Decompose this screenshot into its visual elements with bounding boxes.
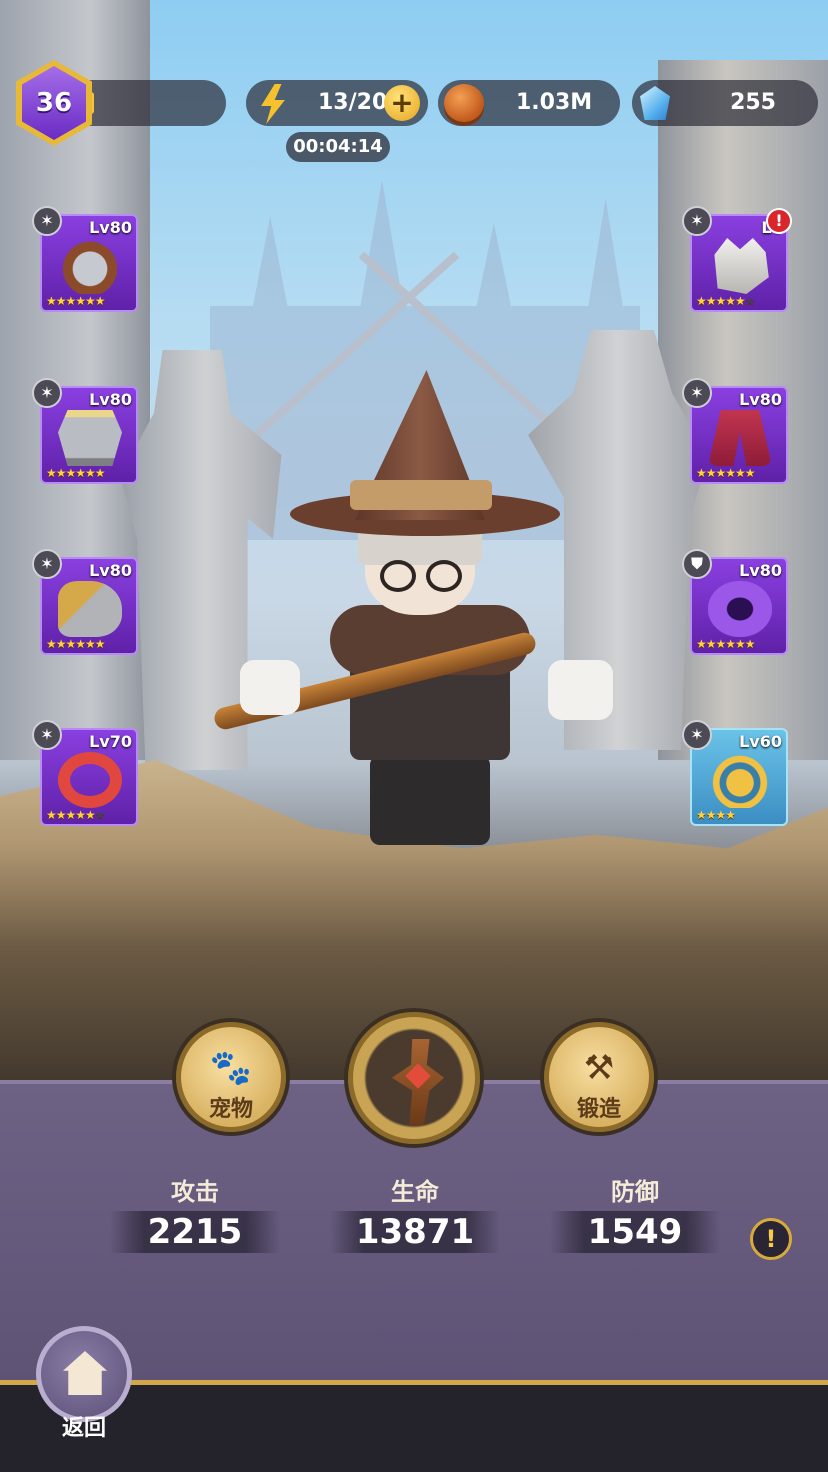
shield-icon: ⛊ [682, 549, 712, 579]
compass-icon: ✶ [682, 206, 712, 236]
equipment-slot-gauntlet[interactable]: Lv80 ★★★★★★ ✶ [32, 549, 138, 655]
defense-stat: 防御 1549 [550, 1172, 720, 1253]
coin-counter[interactable]: 1.03M [438, 80, 620, 126]
home-icon [63, 1351, 107, 1395]
attack-label: 攻击 [171, 1178, 219, 1206]
forge-label: 锻造 [576, 1097, 621, 1122]
slot-level: Lv80 [739, 561, 782, 580]
bracer-icon [708, 581, 772, 637]
slot-level: Lv70 [89, 732, 132, 751]
helmet-icon [58, 238, 122, 294]
diamond-icon [640, 86, 670, 120]
hp-label: 生命 [391, 1178, 439, 1206]
back-label: 返回 [61, 1416, 106, 1441]
upgrade-alert-icon: ! [766, 208, 792, 234]
ring-icon [58, 752, 122, 808]
compass-icon: ✶ [32, 720, 62, 750]
star-rating: ★★★★★★ [696, 294, 756, 308]
anvil-icon: ⚒ [583, 1048, 615, 1088]
home-button[interactable] [36, 1326, 132, 1422]
equipment-slot-gloves[interactable]: Lv ★★★★★★ ✶ ! [682, 206, 792, 312]
stats-info-button[interactable]: ! [750, 1218, 792, 1260]
star-rating: ★★★★★★ [46, 466, 106, 480]
slot-level: Lv80 [739, 390, 782, 409]
star-rating: ★★★★★★ [46, 637, 106, 651]
compass-icon: ✶ [682, 720, 712, 750]
energy-timer: 00:04:14 [286, 132, 390, 162]
paw-icon: 🐾 [209, 1048, 253, 1088]
slot-level: Lv80 [89, 390, 132, 409]
coin-value: 1.03M [516, 90, 593, 115]
attack-stat: 攻击 2215 [110, 1172, 280, 1253]
energy-counter: 13/20 + [246, 80, 428, 126]
star-rating: ★★★★★★ [46, 808, 106, 822]
player-level: 36 [35, 88, 73, 118]
star-rating: ★★★★★★ [696, 466, 756, 480]
slot-level: Lv80 [89, 218, 132, 237]
gem-counter[interactable]: 255 [632, 80, 818, 126]
add-energy-button[interactable]: + [384, 85, 420, 121]
pet-label: 宠物 [208, 1097, 253, 1122]
slot-level: Lv80 [89, 561, 132, 580]
equipment-slot-bracer[interactable]: Lv80 ★★★★★★ ⛊ [682, 549, 788, 655]
compass-icon: ✶ [32, 549, 62, 579]
pet-button[interactable]: 🐾 宠物 [176, 1022, 286, 1132]
equipment-slot-armor[interactable]: Lv80 ★★★★★★ ✶ [32, 378, 138, 484]
compass-icon: ✶ [682, 378, 712, 408]
equipment-slot-cape[interactable]: Lv80 ★★★★★★ ✶ [682, 378, 788, 484]
amulet-icon [708, 752, 772, 808]
cape-icon [708, 410, 772, 466]
hero-character[interactable] [212, 370, 630, 850]
coin-icon [444, 84, 484, 122]
energy-value: 13/20 [318, 90, 388, 115]
equipment-slot-helmet[interactable]: Lv80 ★★★★★★ ✶ [32, 206, 138, 312]
compass-icon: ✶ [32, 378, 62, 408]
hp-value: 13871 [355, 1212, 475, 1252]
battle-scene-background [0, 0, 828, 1090]
defense-label: 防御 [611, 1178, 659, 1206]
equipment-slot-amulet[interactable]: Lv60 ★★★★ ✶ [682, 720, 788, 826]
armor-icon [58, 410, 122, 466]
lightning-icon [261, 84, 285, 124]
defense-value: 1549 [587, 1212, 683, 1252]
compass-icon: ✶ [32, 206, 62, 236]
equipment-slot-ring[interactable]: Lv70 ★★★★★★ ✶ [32, 720, 138, 826]
star-rating: ★★★★★★ [46, 294, 106, 308]
weapon-button[interactable] [348, 1012, 480, 1144]
glove-icon [714, 238, 769, 294]
gem-value: 255 [730, 90, 776, 115]
forge-button[interactable]: ⚒ 锻造 [544, 1022, 654, 1132]
hp-stat: 生命 13871 [330, 1172, 500, 1253]
attack-value: 2215 [147, 1212, 243, 1252]
star-rating: ★★★★ [696, 808, 736, 822]
gauntlet-icon [58, 581, 122, 637]
slot-level: Lv60 [739, 732, 782, 751]
star-rating: ★★★★★★ [696, 637, 756, 651]
